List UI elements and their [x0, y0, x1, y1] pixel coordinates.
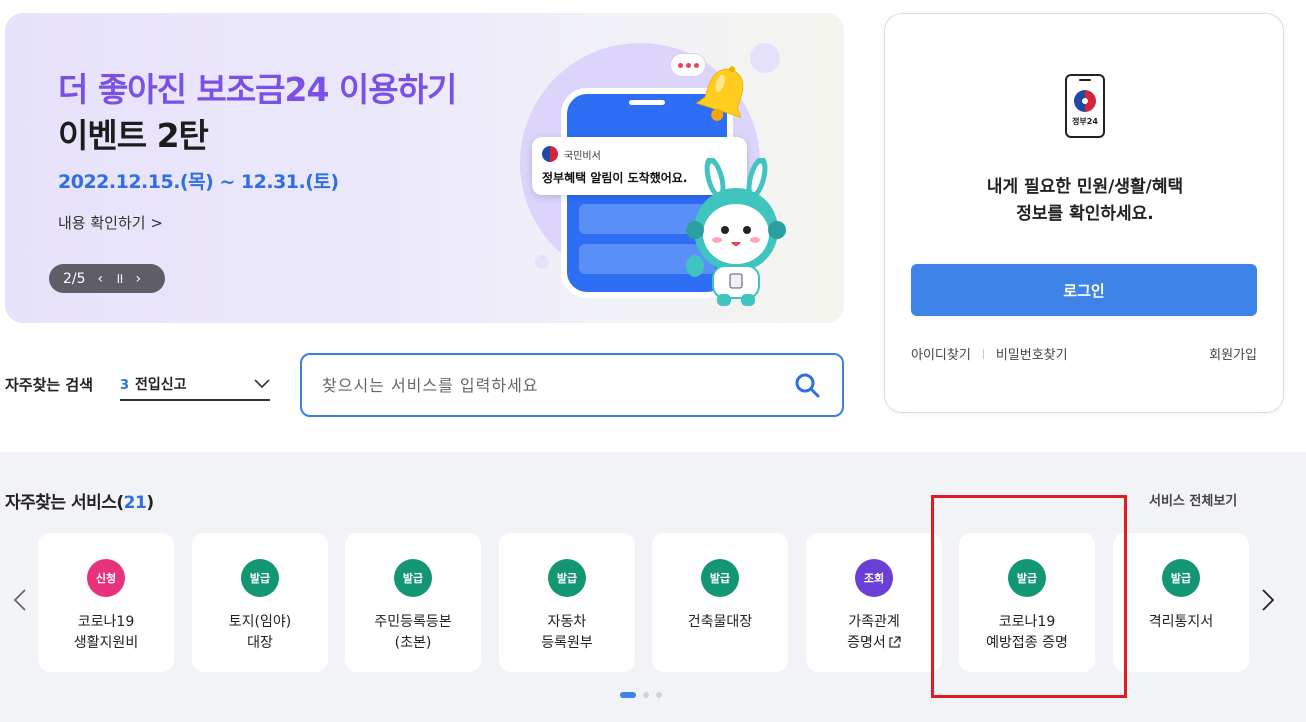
bell-icon	[695, 66, 744, 121]
pause-icon[interactable]: ॥	[115, 272, 123, 286]
taegeuk-icon	[1074, 90, 1096, 112]
gov24-logo: 정부24	[1065, 74, 1105, 138]
service-badge: 신청	[87, 559, 125, 597]
chevron-right-icon	[1262, 589, 1274, 611]
search-button[interactable]	[792, 370, 822, 400]
service-card[interactable]: 발급 코로나19 예방접종 증명	[959, 533, 1095, 672]
login-card: 정부24 내게 필요한 민원/생활/혜택 정보를 확인하세요. 로그인 아이디찾…	[884, 13, 1284, 413]
find-id-link[interactable]: 아이디찾기	[911, 344, 971, 363]
service-card[interactable]: 발급 토지(임야) 대장	[192, 533, 328, 672]
service-card[interactable]: 발급 건축물대장	[652, 533, 788, 672]
banner-date: 2022.12.15.(목) ~ 12.31.(토)	[58, 171, 339, 193]
divider	[982, 348, 984, 359]
service-badge: 발급	[548, 559, 586, 597]
gov24-logo-text: 정부24	[1072, 117, 1098, 126]
login-message: 내게 필요한 민원/생활/혜택 정보를 확인하세요.	[885, 174, 1285, 228]
event-banner[interactable]: 더 좋아진 보조금24 이용하기 이벤트 2탄 2022.12.15.(목) ~…	[5, 13, 844, 323]
banner-pager: 2/5 ‹ ॥ ›	[49, 264, 165, 293]
service-badge: 발급	[394, 559, 432, 597]
service-name: 코로나19 생활지원비	[73, 614, 139, 651]
service-name: 격리통지서	[1148, 614, 1214, 630]
chevron-down-icon	[254, 378, 270, 388]
login-button[interactable]: 로그인	[911, 264, 1257, 316]
service-card[interactable]: 발급 주민등록등본 (초본)	[345, 533, 481, 672]
find-password-link[interactable]: 비밀번호찾기	[996, 344, 1068, 363]
favorite-search-label: 자주찾는 검색	[5, 376, 94, 394]
favorite-search-rank: 3	[120, 377, 130, 393]
service-name: 자동차 등록원부	[541, 614, 593, 651]
pagination-dot-active[interactable]	[620, 692, 636, 698]
service-badge: 조회	[855, 559, 893, 597]
notification-sender: 국민비서	[564, 150, 601, 162]
carousel-next-button[interactable]	[1258, 585, 1278, 615]
mascot-character	[686, 158, 786, 306]
external-link-icon	[889, 636, 901, 648]
banner-subtitle: 이벤트 2탄	[58, 116, 209, 155]
pagination-dot[interactable]	[656, 692, 662, 698]
chevron-left-icon	[14, 589, 26, 611]
banner-illustration: 국민비서 정부혜택 알림이 도착했어요.	[505, 13, 844, 323]
login-message-line2: 정보를 확인하세요.	[1016, 204, 1154, 224]
service-name: 가족관계 증명서	[806, 612, 942, 654]
service-name: 주민등록등본 (초본)	[374, 614, 452, 651]
login-message-line1: 내게 필요한 민원/생활/혜택	[986, 177, 1184, 197]
service-name: 토지(임야) 대장	[228, 614, 292, 651]
chevron-left-icon[interactable]: ‹	[98, 272, 104, 286]
search-input[interactable]	[322, 375, 792, 395]
banner-page-indicator: 2/5	[63, 270, 86, 287]
banner-title: 더 좋아진 보조금24 이용하기	[58, 70, 457, 109]
service-card[interactable]: 신청 코로나19 생활지원비	[38, 533, 174, 672]
view-all-services-link[interactable]: 서비스 전체보기	[1149, 490, 1237, 509]
taegeuk-icon	[542, 146, 558, 162]
decor-circle	[535, 255, 549, 269]
section-title-text: 자주찾는 서비스(	[5, 493, 124, 513]
frequent-services-section: 자주찾는 서비스(21) 서비스 전체보기 신청 코로나19 생활지원비 발급 …	[0, 452, 1306, 722]
favorite-search-select[interactable]: 3 전입신고	[120, 368, 270, 401]
search-icon	[795, 373, 820, 398]
carousel-prev-button[interactable]	[10, 585, 30, 615]
service-card[interactable]: 조회 가족관계 증명서	[806, 533, 942, 672]
search-box	[300, 353, 844, 417]
carousel-pagination	[620, 692, 662, 698]
service-card[interactable]: 발급 자동차 등록원부	[499, 533, 635, 672]
signup-link[interactable]: 회원가입	[1209, 344, 1257, 363]
service-badge: 발급	[1162, 559, 1200, 597]
decor-circle	[750, 43, 780, 73]
login-links: 아이디찾기 비밀번호찾기 회원가입	[911, 344, 1257, 363]
service-badge: 발급	[1008, 559, 1046, 597]
section-title: 자주찾는 서비스(21)	[5, 488, 154, 513]
service-count: 21	[123, 493, 147, 513]
chevron-right-icon[interactable]: ›	[136, 272, 142, 286]
banner-detail-link[interactable]: 내용 확인하기 >	[58, 212, 163, 233]
service-name: 코로나19 예방접종 증명	[986, 614, 1068, 651]
pagination-dot[interactable]	[643, 692, 649, 698]
favorite-search-value: 전입신고	[135, 376, 187, 393]
service-name: 건축물대장	[687, 614, 753, 630]
service-badge: 발급	[241, 559, 279, 597]
section-title-end: )	[146, 493, 154, 513]
service-badge: 발급	[701, 559, 739, 597]
service-card[interactable]: 발급 격리통지서	[1113, 533, 1249, 672]
